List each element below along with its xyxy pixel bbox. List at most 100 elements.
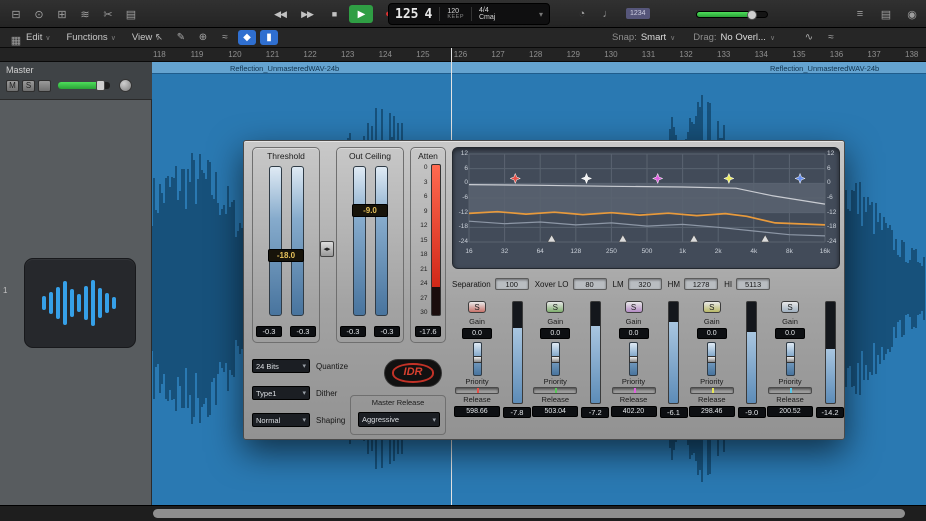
band-release-value[interactable]: 402.20 <box>611 406 657 417</box>
band-gain-value[interactable]: 0.0 <box>697 328 727 339</box>
snap-select[interactable]: Snap: Smart ∨ <box>612 32 675 43</box>
band-gain-slider[interactable] <box>786 342 795 376</box>
smart-controls-icon[interactable]: ≋ <box>75 5 95 23</box>
xover-value[interactable]: 1278 <box>684 278 718 290</box>
band-gain-slider[interactable] <box>473 342 482 376</box>
level-knob[interactable] <box>96 80 105 91</box>
atten-scale-tick: 30 <box>416 309 428 316</box>
master-release-value: Aggressive <box>362 415 399 424</box>
threshold-fader-right[interactable] <box>291 166 304 316</box>
pointer-tool-icon[interactable]: ↖ <box>150 30 168 45</box>
key-signature-display[interactable]: 4/4 Cmaj <box>479 7 495 21</box>
scrollbar-handle[interactable] <box>153 509 905 518</box>
lcd-display[interactable]: 125 4 120 KEEP 4/4 Cmaj ▾ <box>388 3 550 25</box>
xover-value[interactable]: 80 <box>573 278 607 290</box>
link-button[interactable]: ◂▸ <box>320 241 334 257</box>
threshold-fader-left[interactable] <box>269 166 282 316</box>
ceiling-fader-left[interactable] <box>353 166 366 316</box>
menu-functions[interactable]: Functions∨ <box>67 32 116 43</box>
audio-waveform-icon <box>38 279 122 327</box>
mixer-icon[interactable]: ⊞ <box>52 5 72 23</box>
separation-value[interactable]: 100 <box>495 278 529 290</box>
midi-in-button[interactable]: ◆ <box>238 30 256 45</box>
band-gain-slider[interactable] <box>629 342 638 376</box>
stop-button[interactable]: ■ <box>322 5 346 23</box>
count-in-badge[interactable]: 1234 <box>626 8 650 19</box>
play-button[interactable]: ▶ <box>349 5 373 23</box>
capture-recording-button[interactable]: ▮ <box>260 30 278 45</box>
track-icon-thumbnail[interactable] <box>24 258 136 348</box>
threshold-value-badge[interactable]: -18.0 <box>268 249 304 262</box>
band-release-value[interactable]: 200.52 <box>767 406 813 417</box>
volume-knob[interactable] <box>747 10 757 20</box>
band-gain-value[interactable]: 0.0 <box>619 328 649 339</box>
tuner-icon[interactable]: ◔ <box>572 5 592 23</box>
inspector-icon[interactable]: ⊙ <box>29 5 49 23</box>
bar-ruler[interactable]: 1181191201211221231241251261271281291301… <box>0 48 926 62</box>
automation-button[interactable] <box>38 80 51 92</box>
automation-icon[interactable]: ∿ <box>800 30 818 45</box>
band-gain-value[interactable]: 0.0 <box>540 328 570 339</box>
keep-display[interactable]: 120 KEEP <box>447 8 464 21</box>
ceiling-fader-right[interactable] <box>375 166 388 316</box>
grid-icon[interactable]: ▦ <box>6 31 26 49</box>
solo-button[interactable]: S <box>22 80 35 92</box>
tempo-display[interactable]: 125 4 <box>395 7 432 22</box>
display-icon[interactable]: ⊟ <box>6 5 26 23</box>
xover-value[interactable]: 5113 <box>736 278 770 290</box>
band-release-value[interactable]: 298.46 <box>689 406 735 417</box>
marquee-tool-icon[interactable]: ⊕ <box>194 30 212 45</box>
time-signature: 4/4 <box>479 7 489 14</box>
flex-icon[interactable]: ≈ <box>822 30 840 45</box>
band-solo-button[interactable]: S <box>781 301 799 313</box>
band-priority-slider[interactable] <box>533 387 577 394</box>
band-solo-button[interactable]: S <box>546 301 564 313</box>
user-icon[interactable]: ◉ <box>902 5 922 23</box>
editors-icon[interactable]: ✂ <box>98 5 118 23</box>
band-priority-slider[interactable] <box>768 387 812 394</box>
drag-label: Drag: <box>693 32 716 43</box>
list-editors-icon[interactable]: ▤ <box>121 5 141 23</box>
band-priority-slider[interactable] <box>455 387 499 394</box>
beat-value: 4 <box>424 7 432 22</box>
threshold-group: Threshold -18.0 -0.3 -0.3 <box>252 147 320 343</box>
pencil-tool-icon[interactable]: ✎ <box>172 30 190 45</box>
band-gain-slider[interactable] <box>551 342 560 376</box>
mute-button[interactable]: M <box>6 80 19 92</box>
audio-region-header[interactable]: Reflection_UnmasteredWAV-24b Reflection_… <box>152 62 926 74</box>
xover-value[interactable]: 320 <box>628 278 662 290</box>
horizontal-scrollbar[interactable] <box>0 505 926 521</box>
atten-scale-tick: 12 <box>416 222 428 229</box>
master-track-header[interactable]: Master M S <box>0 62 152 100</box>
fade-tool-icon[interactable]: ≈ <box>216 30 234 45</box>
band-gain-value[interactable]: 0.0 <box>775 328 805 339</box>
multiband-graph-panel[interactable]: 12126600-6-6-12-12-18-18-24-241632641282… <box>452 147 840 269</box>
master-level-slider[interactable] <box>58 82 110 89</box>
forward-button[interactable]: ▶▶ <box>295 5 319 23</box>
quantize-select[interactable]: 24 Bits ▾ <box>252 359 310 373</box>
band-gain-slider[interactable] <box>707 342 716 376</box>
chevron-down-icon[interactable]: ▾ <box>539 10 543 19</box>
metronome-icon[interactable]: ♩ <box>598 5 618 23</box>
band-gain-value[interactable]: 0.0 <box>462 328 492 339</box>
band-priority-slider[interactable] <box>690 387 734 394</box>
ceiling-value-badge[interactable]: -9.0 <box>352 204 388 217</box>
rewind-button[interactable]: ◀◀ <box>268 5 292 23</box>
dither-select[interactable]: Type1 ▾ <box>252 386 310 400</box>
band-solo-button[interactable]: S <box>468 301 486 313</box>
drag-select[interactable]: Drag: No Overl... ∨ <box>693 32 775 43</box>
layout-icon[interactable]: ▤ <box>876 5 896 23</box>
band-solo-button[interactable]: S <box>625 301 643 313</box>
pan-knob[interactable] <box>119 79 132 92</box>
menu-edit[interactable]: Edit∨ <box>26 32 51 43</box>
band-release-value[interactable]: 598.66 <box>454 406 500 417</box>
band-release-value[interactable]: 503.04 <box>532 406 578 417</box>
shaping-select[interactable]: Normal ▾ <box>252 413 310 427</box>
band-solo-button[interactable]: S <box>703 301 721 313</box>
band-priority-slider[interactable] <box>612 387 656 394</box>
master-volume-slider[interactable] <box>696 11 768 18</box>
list-icon[interactable]: ≡ <box>850 5 870 23</box>
db-axis-label: -6 <box>827 194 840 201</box>
master-release-select[interactable]: Aggressive ▾ <box>358 412 440 427</box>
atten-scale-tick: 15 <box>416 237 428 244</box>
